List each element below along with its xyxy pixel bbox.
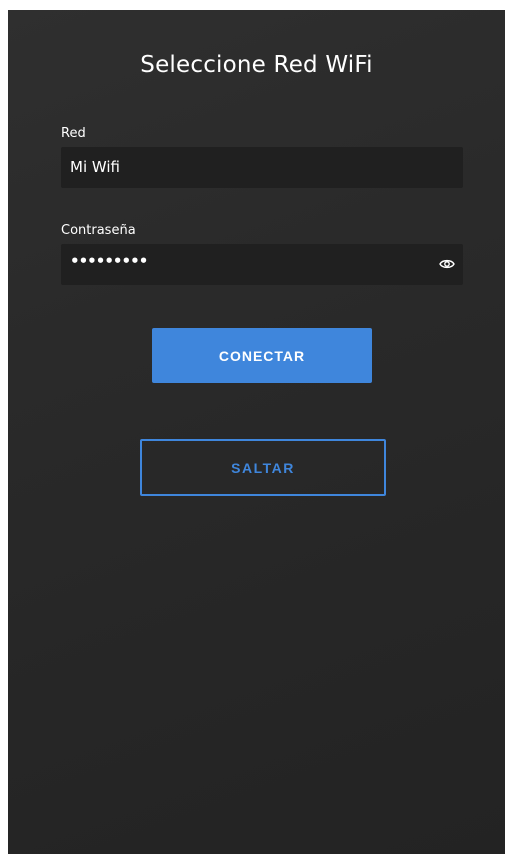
network-value: Mi Wifi — [70, 158, 120, 176]
network-label: Red — [61, 126, 86, 141]
skip-button[interactable]: SALTAR — [140, 439, 386, 496]
password-value: ••••••••• — [70, 252, 148, 270]
page-title: Seleccione Red WiFi — [140, 52, 373, 78]
eye-icon[interactable] — [439, 258, 455, 270]
password-field[interactable]: ••••••••• — [61, 244, 463, 285]
password-label: Contraseña — [61, 223, 136, 238]
wifi-setup-screen: Seleccione Red WiFi Red Mi Wifi Contrase… — [8, 10, 505, 854]
network-field[interactable]: Mi Wifi — [61, 147, 463, 188]
connect-button[interactable]: CONECTAR — [152, 328, 372, 383]
